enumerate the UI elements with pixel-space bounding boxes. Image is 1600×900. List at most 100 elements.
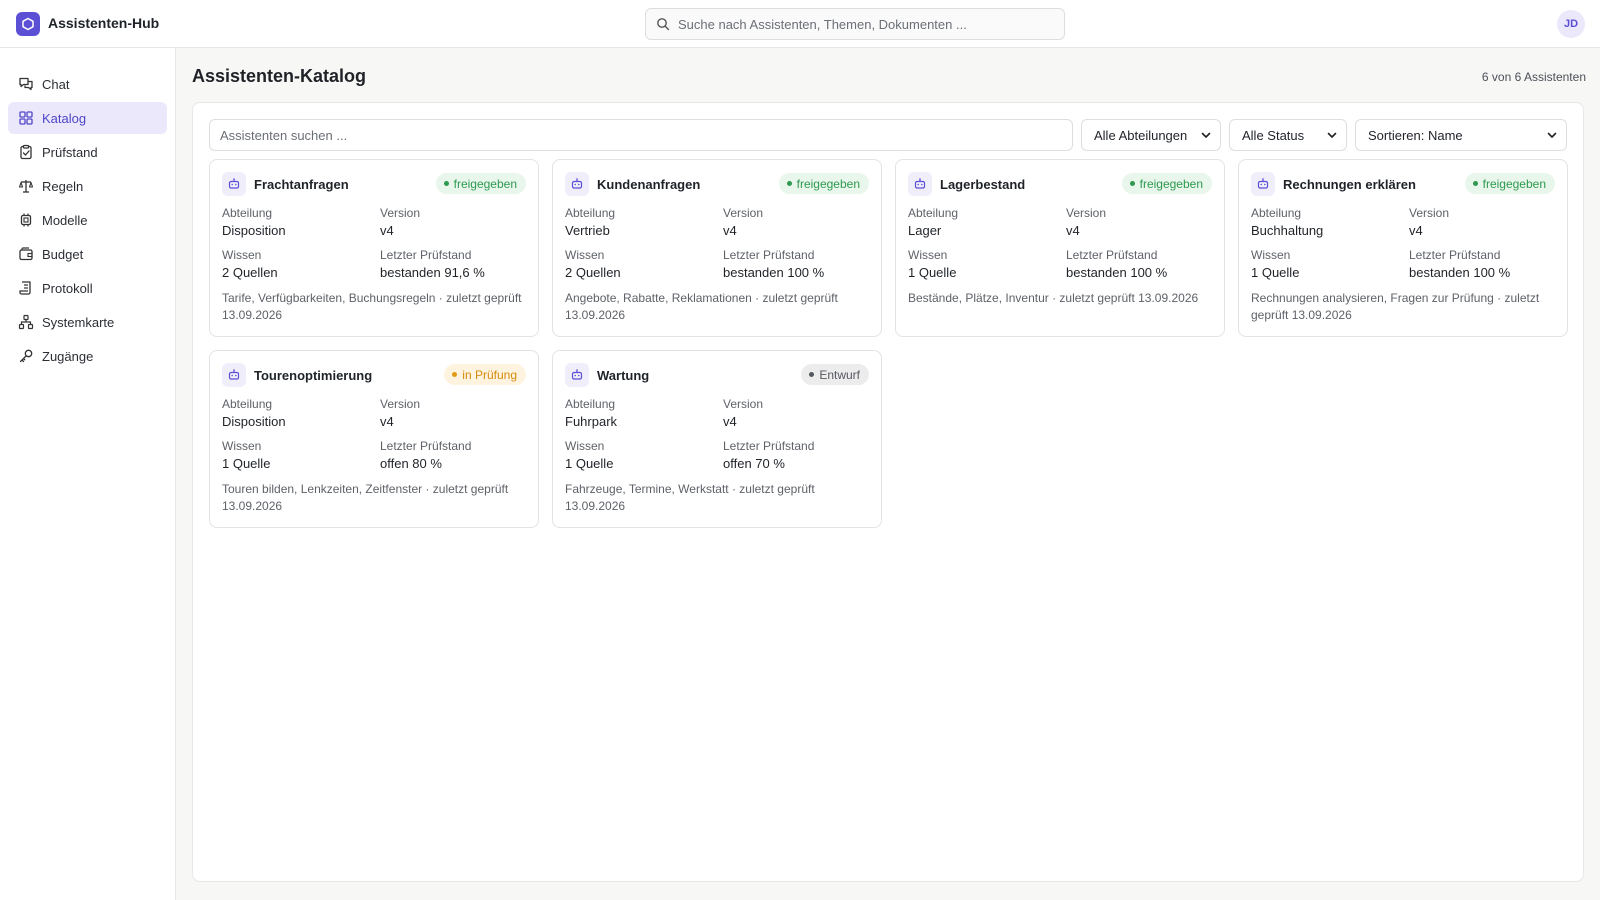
sidebar-item-systemkarte[interactable]: Systemkarte bbox=[8, 306, 167, 338]
knowledge-value: 1 Quelle bbox=[1251, 265, 1300, 280]
clipboard-check-icon bbox=[20, 144, 32, 160]
department-label: Abteilung bbox=[222, 397, 273, 411]
last-test-value: offen 80 % bbox=[380, 456, 442, 471]
top-bar: Assistenten-Hub JD bbox=[0, 0, 1600, 48]
chat-icon bbox=[19, 77, 33, 91]
version-value: v4 bbox=[1409, 223, 1423, 238]
department-value: Buchhaltung bbox=[1251, 223, 1324, 238]
app-brand[interactable]: Assistenten-Hub bbox=[48, 15, 159, 31]
wallet-icon bbox=[19, 247, 33, 261]
last-test-value: bestanden 100 % bbox=[1409, 265, 1511, 280]
sidebar-item-pruefstand[interactable]: Prüfstand bbox=[8, 136, 167, 168]
status-badge: freigegeben bbox=[778, 173, 869, 194]
sidebar-item-budget[interactable]: Budget bbox=[8, 238, 167, 270]
version-label: Version bbox=[1409, 206, 1450, 220]
status-label: Entwurf bbox=[819, 367, 860, 382]
bot-icon bbox=[565, 172, 589, 196]
network-icon bbox=[18, 314, 34, 330]
department-label: Abteilung bbox=[908, 206, 959, 220]
version-value: v4 bbox=[380, 414, 394, 429]
status-dot bbox=[1472, 181, 1478, 186]
card-title: Lagerbestand bbox=[940, 177, 1026, 192]
sidebar-item-regeln[interactable]: Regeln bbox=[8, 170, 167, 202]
status-label: freigegeben bbox=[796, 176, 860, 191]
assistant-card[interactable]: Frachtanfragen freigegeben Abteilung Dispos… bbox=[209, 159, 539, 337]
sort-select-value: Sortieren: Name bbox=[1368, 127, 1463, 143]
department-select[interactable]: Alle Abteilungen bbox=[1081, 119, 1221, 151]
last-test-value: bestanden 100 % bbox=[1066, 265, 1168, 280]
sidebar-item-katalog[interactable]: Katalog bbox=[8, 102, 167, 134]
department-label: Abteilung bbox=[565, 397, 616, 411]
department-label: Abteilung bbox=[1251, 206, 1302, 220]
last-test-label: Letzter Prüfstand bbox=[380, 248, 472, 262]
assistant-search-input[interactable] bbox=[209, 119, 1073, 151]
status-select[interactable]: Alle Status bbox=[1229, 119, 1347, 151]
page-title: Assistenten-Katalog bbox=[192, 66, 367, 86]
sidebar-item-zugaenge[interactable]: Zugänge bbox=[8, 340, 167, 372]
key-icon bbox=[19, 349, 33, 363]
chip-icon bbox=[20, 213, 32, 227]
card-title: Rechnungen erklären bbox=[1283, 177, 1416, 192]
card-description: Tarife, Verfügbarkeiten, Buchungsregeln … bbox=[222, 291, 522, 322]
card-description: Touren bilden, Lenkzeiten, Zeitfenster ·… bbox=[222, 482, 509, 513]
department-label: Abteilung bbox=[222, 206, 273, 220]
department-value: Fuhrpark bbox=[565, 414, 618, 429]
status-dot bbox=[786, 181, 792, 186]
last-test-label: Letzter Prüfstand bbox=[1409, 248, 1501, 262]
version-value: v4 bbox=[723, 223, 737, 238]
department-select-value: Alle Abteilungen bbox=[1094, 127, 1188, 143]
status-label: in Prüfung bbox=[462, 367, 517, 382]
knowledge-value: 2 Quellen bbox=[222, 265, 278, 280]
last-test-label: Letzter Prüfstand bbox=[1066, 248, 1158, 262]
sidebar-item-chat[interactable]: Chat bbox=[8, 68, 167, 100]
department-value: Disposition bbox=[222, 414, 286, 429]
department-value: Lager bbox=[908, 223, 942, 238]
card-description: Rechnungen analysieren, Fragen zur Prüfu… bbox=[1251, 291, 1540, 322]
bot-icon bbox=[1251, 172, 1275, 196]
sidebar-item-label: Chat bbox=[42, 76, 70, 92]
sort-select[interactable]: Sortieren: Name bbox=[1355, 119, 1567, 151]
status-label: freigegeben bbox=[453, 176, 517, 191]
global-search[interactable] bbox=[645, 8, 1065, 40]
scale-icon bbox=[18, 180, 34, 193]
sidebar-item-label: Regeln bbox=[42, 178, 84, 194]
knowledge-value: 2 Quellen bbox=[565, 265, 621, 280]
knowledge-label: Wissen bbox=[565, 439, 605, 453]
knowledge-label: Wissen bbox=[908, 248, 948, 262]
sidebar-item-label: Systemkarte bbox=[42, 314, 115, 330]
status-dot bbox=[443, 181, 449, 186]
chevron-down-icon bbox=[1201, 132, 1211, 138]
scroll-icon bbox=[19, 281, 31, 295]
knowledge-value: 1 Quelle bbox=[565, 456, 614, 471]
logo-icon[interactable] bbox=[16, 12, 40, 36]
department-value: Disposition bbox=[222, 223, 286, 238]
sidebar-item-protokoll[interactable]: Protokoll bbox=[8, 272, 167, 304]
status-label: freigegeben bbox=[1482, 176, 1546, 191]
sidebar-item-label: Zugänge bbox=[42, 348, 94, 364]
last-test-value: bestanden 91,6 % bbox=[380, 265, 485, 280]
card-description: Angebote, Rabatte, Reklamationen · zulet… bbox=[565, 291, 838, 322]
status-label: freigegeben bbox=[1139, 176, 1203, 191]
bot-icon bbox=[565, 363, 589, 387]
sidebar-item-modelle[interactable]: Modelle bbox=[8, 204, 167, 236]
sidebar: Chat Katalog Prüfstand Regeln Modelle Bu… bbox=[0, 48, 176, 900]
assistant-card[interactable]: Tourenoptimierung in Prüfung Abteilung Disp… bbox=[209, 350, 539, 528]
card-title: Wartung bbox=[597, 368, 650, 383]
version-value: v4 bbox=[380, 223, 394, 238]
assistant-card[interactable]: Kundenanfragen freigegeben Abteilung Vertri… bbox=[552, 159, 882, 337]
grid-icon bbox=[19, 111, 33, 125]
global-search-input[interactable] bbox=[678, 16, 1048, 32]
version-label: Version bbox=[723, 206, 764, 220]
sidebar-item-label: Protokoll bbox=[42, 280, 93, 296]
bot-icon bbox=[222, 172, 246, 196]
result-count: 6 von 6 Assistenten bbox=[1481, 70, 1586, 84]
assistant-card[interactable]: Wartung Entwurf Abteilung Fuhrpark Version v4… bbox=[552, 350, 882, 528]
assistant-card[interactable]: Lagerbestand freigegeben Abteilung Lager Ver… bbox=[895, 159, 1225, 337]
status-badge: in Prüfung bbox=[444, 364, 526, 385]
assistant-card[interactable]: Rechnungen erklären freigegeben Abteilung B… bbox=[1238, 159, 1568, 337]
user-avatar[interactable]: JD bbox=[1557, 10, 1585, 38]
status-dot bbox=[1129, 181, 1135, 186]
version-label: Version bbox=[380, 397, 421, 411]
knowledge-label: Wissen bbox=[1251, 248, 1291, 262]
sidebar-item-label: Budget bbox=[42, 246, 84, 262]
